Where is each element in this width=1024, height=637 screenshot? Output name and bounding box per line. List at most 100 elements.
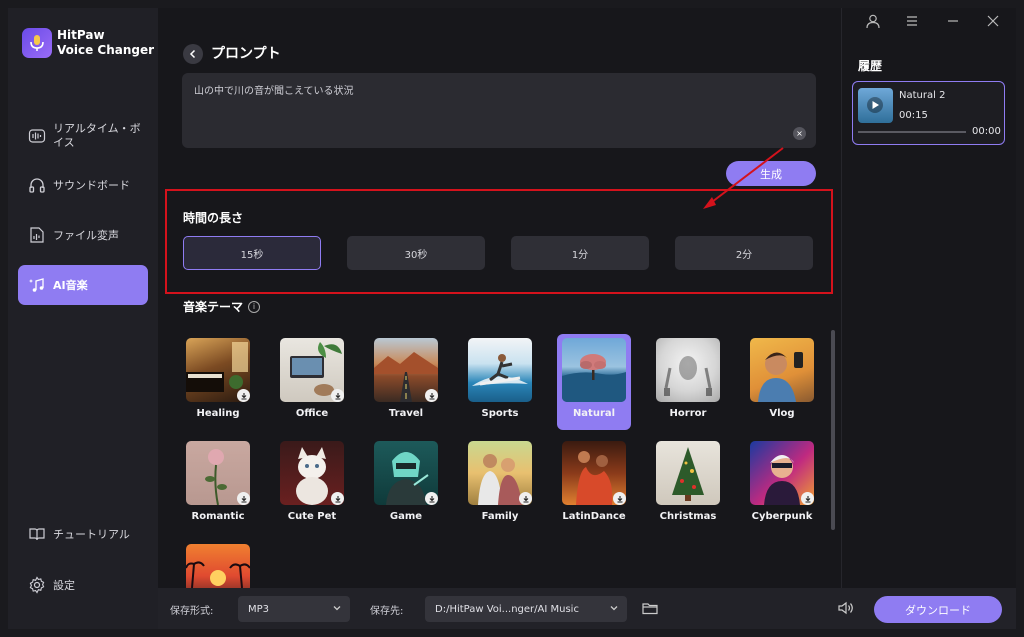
generate-button[interactable]: 生成	[726, 161, 816, 186]
theme-label-latindance: LatinDance	[562, 511, 626, 522]
theme-card-latindance[interactable]: LatinDance	[557, 437, 631, 533]
download-icon[interactable]	[331, 389, 344, 402]
app-name: HitPaw Voice Changer	[57, 28, 154, 58]
volume-icon[interactable]	[836, 599, 856, 619]
save-path-label: 保存先:	[370, 606, 404, 617]
theme-card-game[interactable]: Game	[369, 437, 443, 533]
duration-option-2m[interactable]: 2分	[675, 236, 813, 270]
theme-card-sunset[interactable]	[181, 540, 255, 588]
download-button[interactable]: ダウンロード	[874, 596, 1002, 623]
sidebar-item-realtime-voice[interactable]: リアルタイム・ボイス	[18, 114, 148, 158]
save-path-select[interactable]: D:/HitPaw Voi...nger/AI Music	[425, 596, 627, 622]
chevron-down-icon	[333, 606, 341, 611]
folder-icon[interactable]	[641, 599, 661, 619]
format-label: 保存形式:	[170, 606, 214, 617]
app-logo-icon	[22, 28, 52, 58]
sidebar-item-tutorial[interactable]: チュートリアル	[18, 514, 148, 554]
download-icon[interactable]	[519, 492, 532, 505]
theme-label-office: Office	[295, 408, 329, 419]
history-item-name: Natural 2	[899, 90, 946, 101]
theme-card-christmas[interactable]: Christmas	[651, 437, 725, 533]
christmas-thumbnail	[656, 441, 720, 505]
horror-thumbnail	[656, 338, 720, 402]
app-name-line2: Voice Changer	[57, 43, 155, 57]
theme-card-healing[interactable]: Healing	[181, 334, 255, 430]
theme-card-cyberpunk[interactable]: Cyberpunk	[745, 437, 819, 533]
sidebar-item-label: ファイル変声	[53, 229, 119, 242]
app-name-line1: HitPaw	[57, 28, 105, 42]
theme-label-horror: Horror	[669, 408, 707, 419]
file-audio-icon	[27, 225, 47, 245]
scrollbar[interactable]	[831, 330, 835, 530]
headphones-icon	[27, 175, 47, 195]
theme-card-travel[interactable]: Travel	[369, 334, 443, 430]
sidebar-item-settings[interactable]: 設定	[18, 565, 148, 605]
theme-label-sports: Sports	[481, 408, 519, 419]
theme-card-horror[interactable]: Horror	[651, 334, 725, 430]
theme-label-romantic: Romantic	[191, 511, 245, 522]
gear-icon	[27, 575, 47, 595]
format-select[interactable]: MP3	[238, 596, 350, 622]
sidebar-item-file-voice-change[interactable]: ファイル変声	[18, 215, 148, 255]
chevron-down-icon	[610, 606, 618, 611]
theme-card-vlog[interactable]: Vlog	[745, 334, 819, 430]
sidebar-item-ai-music[interactable]: AI音楽	[18, 265, 148, 305]
history-progress-bar[interactable]	[858, 131, 966, 133]
waveform-icon	[27, 126, 47, 146]
clear-prompt-button[interactable]: ×	[793, 127, 806, 140]
theme-label: 音楽テーマ i	[183, 298, 261, 315]
sidebar-item-label: チュートリアル	[53, 528, 130, 541]
theme-label-healing: Healing	[196, 408, 240, 419]
theme-label-vlog: Vlog	[769, 408, 795, 419]
download-icon[interactable]	[331, 492, 344, 505]
page-title: プロンプト	[211, 46, 281, 62]
theme-card-sports[interactable]: Sports	[463, 334, 537, 430]
download-icon[interactable]	[801, 492, 814, 505]
duration-label: 時間の長さ	[183, 211, 244, 225]
theme-label-text: 音楽テーマ	[183, 300, 244, 314]
book-icon	[27, 524, 47, 544]
sidebar-item-label: AI音楽	[53, 279, 88, 292]
theme-label-game: Game	[389, 511, 423, 522]
duration-option-30s[interactable]: 30秒	[347, 236, 485, 270]
chevron-left-icon	[189, 49, 196, 59]
duration-option-15s[interactable]: 15秒	[183, 236, 321, 270]
sports-thumbnail	[468, 338, 532, 402]
history-item[interactable]: Natural 2 00:15 00:00	[852, 81, 1005, 145]
theme-label-christmas: Christmas	[659, 511, 717, 522]
close-icon[interactable]	[984, 12, 1002, 30]
back-button[interactable]	[183, 44, 203, 64]
sidebar-item-label: サウンドボード	[53, 179, 130, 192]
user-icon[interactable]	[864, 12, 882, 30]
download-icon[interactable]	[237, 492, 250, 505]
prompt-text: 山の中で川の音が聞こえている状況	[194, 86, 354, 97]
theme-card-office[interactable]: Office	[275, 334, 349, 430]
download-icon[interactable]	[613, 492, 626, 505]
theme-label-family: Family	[481, 511, 519, 522]
duration-option-1m[interactable]: 1分	[511, 236, 649, 270]
natural-thumbnail	[562, 338, 626, 402]
download-icon[interactable]	[425, 492, 438, 505]
history-label: 履歴	[858, 59, 883, 73]
sidebar-item-soundboard[interactable]: サウンドボード	[18, 165, 148, 205]
history-item-duration: 00:15	[899, 110, 928, 121]
prompt-input[interactable]: 山の中で川の音が聞こえている状況	[182, 73, 816, 148]
theme-card-cute-pet[interactable]: Cute Pet	[275, 437, 349, 533]
theme-card-romantic[interactable]: Romantic	[181, 437, 255, 533]
sidebar-item-label: 設定	[53, 579, 75, 592]
save-path-value: D:/HitPaw Voi...nger/AI Music	[435, 603, 579, 615]
format-value: MP3	[248, 603, 270, 615]
theme-card-family[interactable]: Family	[463, 437, 537, 533]
theme-label-natural: Natural	[572, 408, 616, 419]
info-icon[interactable]: i	[248, 300, 261, 313]
download-icon[interactable]	[425, 389, 438, 402]
close-icon: ×	[796, 129, 803, 138]
theme-card-natural[interactable]: Natural	[557, 334, 631, 430]
music-sparkle-icon	[27, 275, 47, 295]
vlog-thumbnail	[750, 338, 814, 402]
menu-icon[interactable]	[903, 12, 921, 30]
minimize-icon[interactable]	[944, 12, 962, 30]
download-icon[interactable]	[237, 389, 250, 402]
sidebar: HitPaw Voice Changer リアルタイム・ボイス サウンドボード …	[8, 8, 158, 629]
sunset-thumbnail	[186, 544, 250, 588]
